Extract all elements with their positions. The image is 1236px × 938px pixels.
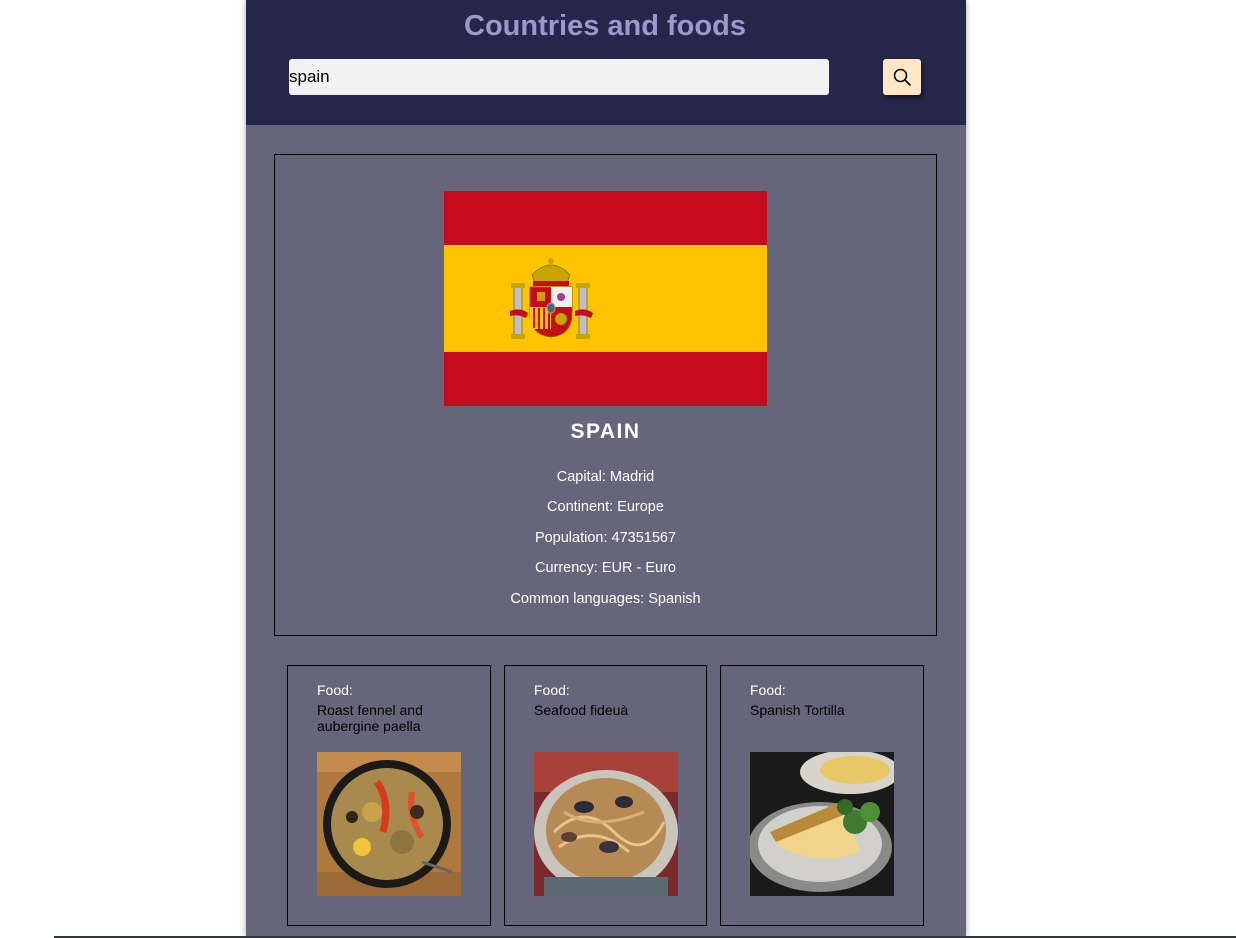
search-input[interactable] xyxy=(289,59,829,95)
header: Countries and foods xyxy=(246,0,966,125)
search-icon xyxy=(893,68,911,86)
food-label: Food: xyxy=(750,682,786,698)
spain-flag xyxy=(444,191,767,406)
food-label: Food: xyxy=(534,682,570,698)
search-button[interactable] xyxy=(883,59,921,95)
food-card[interactable]: Food: Roast fennel and aubergine paella xyxy=(287,665,491,926)
app-panel: Countries and foods spain SPAIN Capital:… xyxy=(246,0,966,938)
currency-text: Currency: EUR - Euro xyxy=(534,560,676,576)
food-name: Spanish Tortilla xyxy=(750,702,845,718)
country-name: SPAIN xyxy=(570,420,641,443)
food-card[interactable]: Food: Spanish Tortilla xyxy=(720,665,924,926)
languages-text: Common languages: Spanish xyxy=(510,591,701,607)
food-card[interactable]: Food: Seafood fideuà xyxy=(504,665,707,926)
country-card: SPAIN Capital: Madrid Continent: Europe … xyxy=(274,154,937,636)
page-title: Countries and foods xyxy=(464,10,746,42)
tortilla-image[interactable] xyxy=(750,752,894,896)
fideua-image[interactable] xyxy=(534,752,678,896)
population-text: Population: 47351567 xyxy=(534,530,677,546)
continent-text: Continent: Europe xyxy=(547,499,664,515)
food-name: Roast fennel and aubergine paella xyxy=(317,702,423,734)
food-label: Food: xyxy=(317,682,353,698)
food-name: Seafood fideuà xyxy=(534,702,629,718)
paella-image[interactable] xyxy=(317,752,461,896)
capital-text: Capital: Madrid xyxy=(556,469,655,485)
